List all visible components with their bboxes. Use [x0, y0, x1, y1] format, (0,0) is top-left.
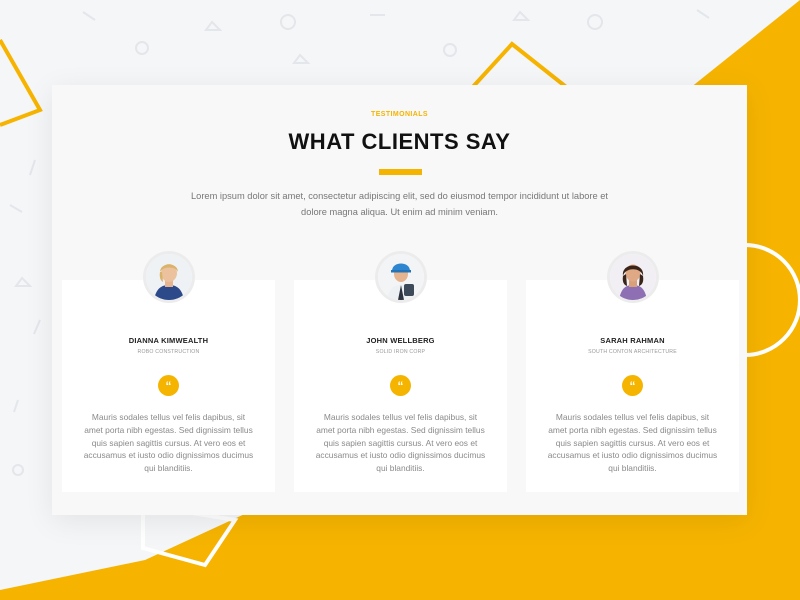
quote-icon: “: [622, 375, 643, 396]
testimonial-company: SOUTH CONTON ARCHITECTURE: [588, 349, 677, 355]
avatar-john: [378, 254, 424, 300]
testimonial-text: Mauris sodales tellus vel felis dapibus,…: [547, 412, 718, 474]
testimonial-card-john: JOHN WELLBERG SOLID IRON CORP “ Mauris s…: [294, 254, 507, 492]
quote-icon: “: [390, 375, 411, 396]
testimonial-company: SOLID IRON CORP: [375, 349, 426, 355]
testimonial-text: Mauris sodales tellus vel felis dapibus,…: [83, 412, 254, 474]
quote-icon: “: [158, 375, 179, 396]
section-eyebrow: TESTIMONIALS: [371, 111, 428, 118]
woman-portrait-icon: [146, 254, 192, 300]
section-intro: Lorem ipsum dolor sit amet, consectetur …: [190, 191, 609, 217]
avatar-dianna: [146, 254, 192, 300]
testimonials-stage: TESTIMONIALS WHAT CLIENTS SAY Lorem ipsu…: [0, 0, 800, 600]
testimonial-name: DIANNA KIMWEALTH: [128, 336, 209, 345]
testimonials-panel: TESTIMONIALS WHAT CLIENTS SAY Lorem ipsu…: [52, 85, 747, 515]
testimonial-company: ROBO CONSTRUCTION: [137, 349, 200, 355]
woman-portrait-icon: [610, 254, 656, 300]
section-title: WHAT CLIENTS SAY: [288, 129, 511, 154]
avatar-sarah: [610, 254, 656, 300]
testimonial-card-sarah: SARAH RAHMAN SOUTH CONTON ARCHITECTURE “…: [526, 254, 739, 492]
title-underline: [379, 169, 422, 175]
testimonial-card-dianna: DIANNA KIMWEALTH ROBO CONSTRUCTION “ Mau…: [62, 254, 275, 492]
testimonial-name: SARAH RAHMAN: [600, 336, 665, 345]
testimonial-name: JOHN WELLBERG: [366, 336, 435, 345]
testimonial-text: Mauris sodales tellus vel felis dapibus,…: [315, 412, 486, 474]
man-hardhat-portrait-icon: [378, 254, 424, 300]
